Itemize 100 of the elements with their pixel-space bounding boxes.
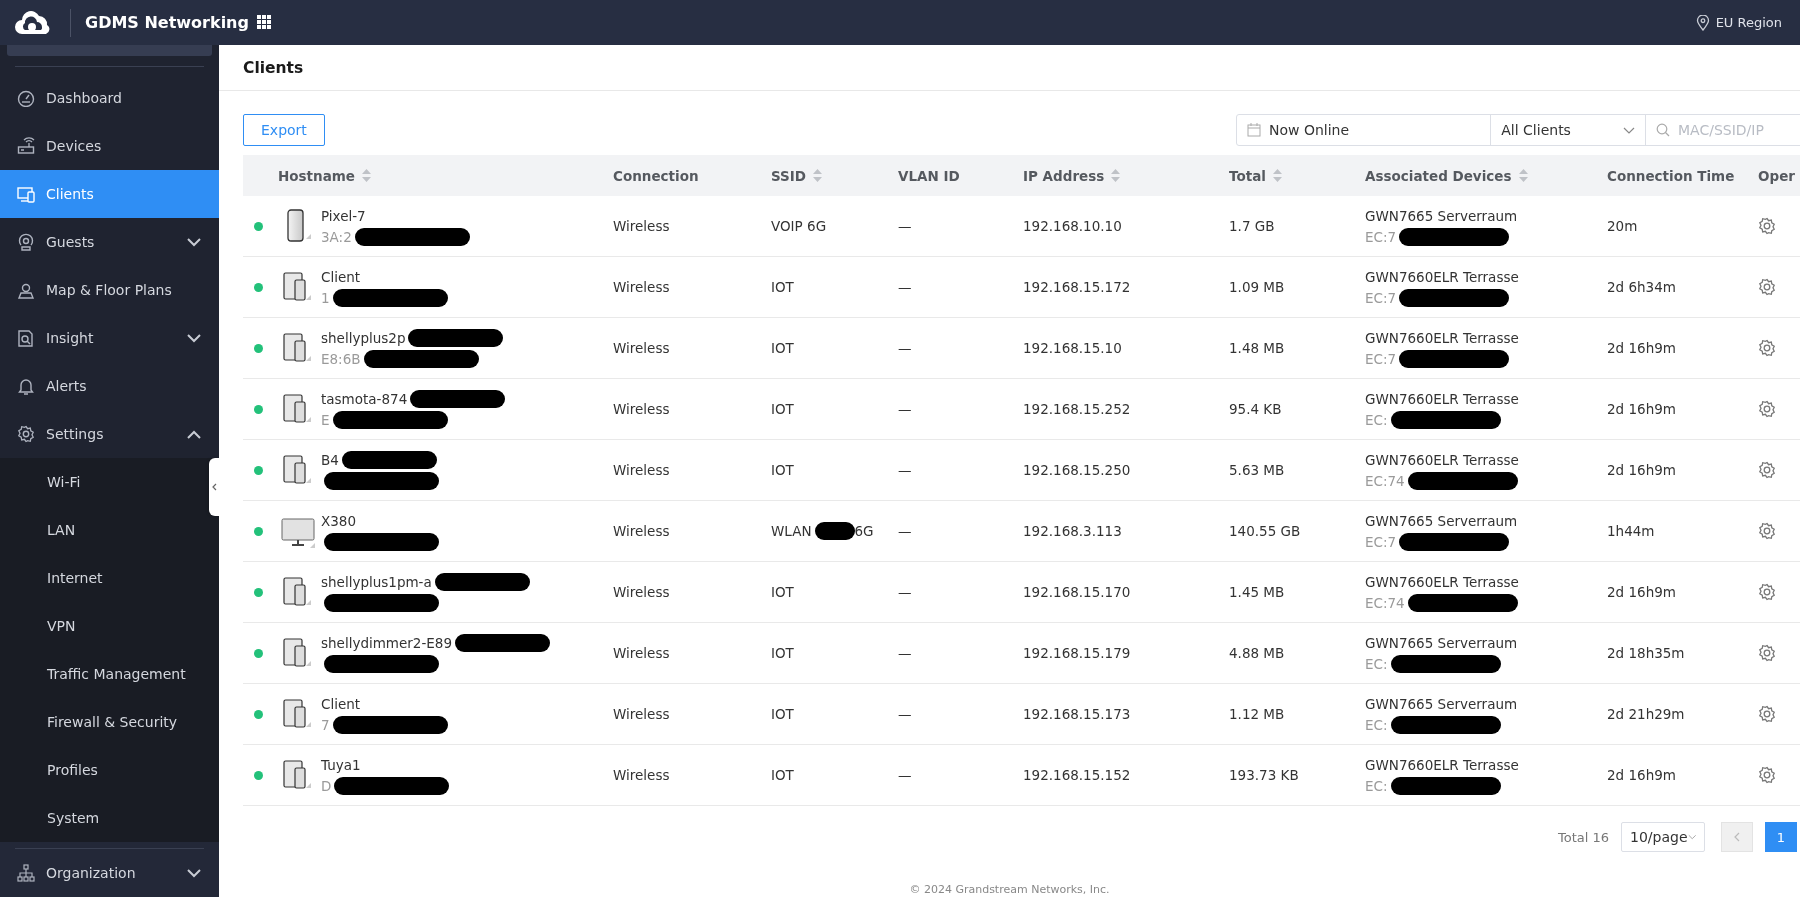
settings-icon[interactable] (1758, 217, 1776, 235)
table-cell: 140.55 GB (1229, 523, 1301, 539)
table-cell: 192.168.10.10 (1023, 218, 1122, 234)
nav-item[interactable]: Insight (0, 314, 219, 362)
settings-icon[interactable] (1758, 644, 1776, 662)
app-title: GDMS Networking (85, 13, 249, 32)
hostname[interactable]: shellyplus2p (321, 329, 406, 346)
nav-item[interactable]: Map & Floor Plans (0, 266, 219, 314)
client-type-select[interactable]: All Clients (1491, 115, 1646, 145)
column-header: Connection (613, 167, 699, 184)
submenu-item[interactable]: LAN (0, 506, 209, 554)
table-cell: — (898, 523, 912, 539)
table-cell: 2d 16h9m (1607, 462, 1676, 478)
device-name[interactable]: GWN7660ELR Terrasse (1365, 329, 1519, 346)
mac-address: EC:7 (1365, 350, 1397, 367)
mac-address: EC:74 (1365, 472, 1405, 489)
table-cell: 2d 18h35m (1607, 645, 1685, 661)
device-name[interactable]: GWN7665 Serverraum (1365, 634, 1518, 651)
hostname[interactable]: X380 (321, 512, 356, 529)
mac-address: EC: (1365, 716, 1388, 733)
settings-icon[interactable] (1758, 339, 1776, 357)
table-cell: — (898, 401, 912, 417)
device-name[interactable]: GWN7660ELR Terrasse (1365, 451, 1519, 468)
report-icon (17, 329, 35, 347)
table-cell: IOT (771, 767, 794, 783)
submenu-item[interactable]: Profiles (0, 746, 209, 794)
settings-icon (17, 425, 35, 443)
device-name[interactable]: GWN7665 Serverraum (1365, 512, 1518, 529)
column-header: Connection Time (1607, 167, 1735, 184)
table-cell: — (898, 279, 912, 295)
submenu-item[interactable]: Internet (0, 554, 209, 602)
table-cell: 6G (854, 523, 874, 539)
hierarchy-icon (17, 864, 35, 882)
table-cell: Wireless (613, 706, 670, 722)
column-header[interactable]: IP Address (1023, 167, 1105, 184)
table-cell: IOT (771, 401, 794, 417)
tablet-phone-icon (281, 331, 311, 365)
mac-address: 3A:2 (321, 228, 352, 245)
tablet-phone-icon (281, 575, 311, 609)
nav-item[interactable]: Dashboard (0, 74, 219, 122)
caret-icon (1687, 834, 1696, 840)
map-pin-icon (17, 281, 35, 299)
hostname[interactable]: Tuya1 (321, 756, 361, 773)
settings-icon[interactable] (1758, 705, 1776, 723)
table-cell: IOT (771, 645, 794, 661)
nav-item[interactable]: Devices (0, 122, 219, 170)
table-cell: 2d 6h34m (1607, 279, 1676, 295)
router-icon (17, 137, 35, 155)
settings-icon[interactable] (1758, 583, 1776, 601)
mac-address: D (321, 777, 332, 794)
hostname[interactable]: shellydimmer2-E89 (321, 634, 453, 651)
device-name[interactable]: GWN7665 Serverraum (1365, 207, 1518, 224)
settings-icon[interactable] (1758, 461, 1776, 479)
hostname[interactable]: Client (321, 695, 361, 712)
nav-item[interactable]: Settings (0, 410, 219, 458)
submenu-item[interactable]: Firewall & Security (0, 698, 209, 746)
table-cell: 1.09 MB (1229, 279, 1285, 295)
table-cell: Wireless (613, 462, 670, 478)
mac-address: EC:7 (1365, 289, 1397, 306)
table-cell: 1.48 MB (1229, 340, 1285, 356)
submenu-item[interactable]: System (0, 794, 209, 842)
hostname[interactable]: tasmota-874 (321, 390, 408, 407)
table-cell: 1.45 MB (1229, 584, 1285, 600)
submenu-item[interactable]: Wi-Fi (0, 458, 209, 506)
hostname[interactable]: B4 (321, 451, 339, 468)
column-header[interactable]: SSID (771, 167, 807, 184)
submenu-item[interactable]: Traffic Management (0, 650, 209, 698)
table-cell: Wireless (613, 279, 670, 295)
redaction-mark (814, 522, 855, 540)
settings-icon[interactable] (1758, 766, 1776, 784)
hostname[interactable]: Pixel-7 (321, 207, 366, 224)
region-label[interactable]: EU Region (1715, 15, 1782, 30)
hostname[interactable]: Client (321, 268, 361, 285)
device-name[interactable]: GWN7660ELR Terrasse (1365, 390, 1519, 407)
hostname[interactable]: shellyplus1pm-a (321, 573, 432, 590)
table-cell: Wireless (613, 584, 670, 600)
nav-item[interactable]: Guests (0, 218, 219, 266)
column-header[interactable]: Hostname (278, 167, 355, 184)
mac-address: EC: (1365, 777, 1388, 794)
mac-address: E8:6B (321, 350, 361, 367)
device-name[interactable]: GWN7660ELR Terrasse (1365, 756, 1519, 773)
device-name[interactable]: GWN7660ELR Terrasse (1365, 573, 1519, 590)
tablet-phone-icon (281, 758, 311, 792)
search-icon (1656, 123, 1670, 137)
submenu-item[interactable]: VPN (0, 602, 209, 650)
table-cell: IOT (771, 279, 794, 295)
settings-icon[interactable] (1758, 278, 1776, 296)
tablet-phone-icon (281, 636, 311, 670)
table-cell: 192.168.15.152 (1023, 767, 1131, 783)
collapse-handle[interactable] (209, 458, 219, 516)
date-filter[interactable]: Now Online (1237, 115, 1492, 145)
table-cell: IOT (771, 584, 794, 600)
nav-item[interactable]: Alerts (0, 362, 219, 410)
column-header[interactable]: Total (1229, 167, 1266, 184)
app-grid-icon[interactable] (256, 15, 272, 30)
settings-icon[interactable] (1758, 522, 1776, 540)
device-name[interactable]: GWN7665 Serverraum (1365, 695, 1518, 712)
page-size-select[interactable]: 10/page (1621, 822, 1705, 852)
settings-icon[interactable] (1758, 400, 1776, 418)
device-name[interactable]: GWN7660ELR Terrasse (1365, 268, 1519, 285)
